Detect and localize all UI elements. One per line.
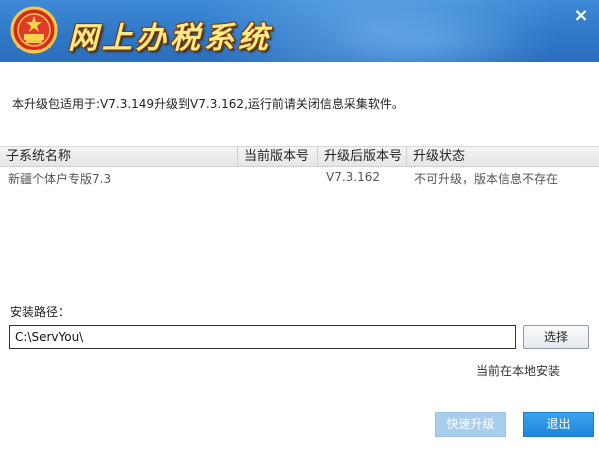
quick-upgrade-button[interactable]: 快速升级 [435,412,506,437]
table-header: 子系统名称 当前版本号 升级后版本号 升级状态 [0,146,599,167]
cell-subsystem-name: 新疆个体户专版7.3 [8,172,112,186]
close-icon[interactable]: × [571,6,591,26]
install-path-input[interactable]: C:\ServYou\ [9,325,516,349]
title-bar: 网上办税系统 × [0,0,599,62]
install-location-status: 当前在本地安装 [476,364,561,378]
national-emblem-icon [10,6,58,54]
browse-button[interactable]: 选择 [523,325,589,349]
column-header-upgraded-version[interactable]: 升级后版本号 [318,147,407,167]
column-header-upgrade-status[interactable]: 升级状态 [407,147,599,167]
cell-upgraded-version: V7.3.162 [326,170,381,184]
table-row[interactable]: 新疆个体户专版7.3 V7.3.162 不可升级，版本信息不存在 [0,167,599,187]
install-path-label: 安装路径： [10,305,71,319]
cell-upgrade-status: 不可升级，版本信息不存在 [414,172,559,186]
exit-button[interactable]: 退出 [523,412,594,437]
app-title: 网上办税系统 [68,21,272,56]
upgrade-notice: 本升级包适用于:V7.3.149升级到V7.3.162,运行前请关闭信息采集软件… [12,97,404,111]
header-glow-secondary [330,10,530,62]
subsystem-table: 子系统名称 当前版本号 升级后版本号 升级状态 新疆个体户专版7.3 V7.3.… [0,146,599,187]
column-header-current-version[interactable]: 当前版本号 [238,147,318,167]
column-header-subsystem-name[interactable]: 子系统名称 [0,147,238,167]
